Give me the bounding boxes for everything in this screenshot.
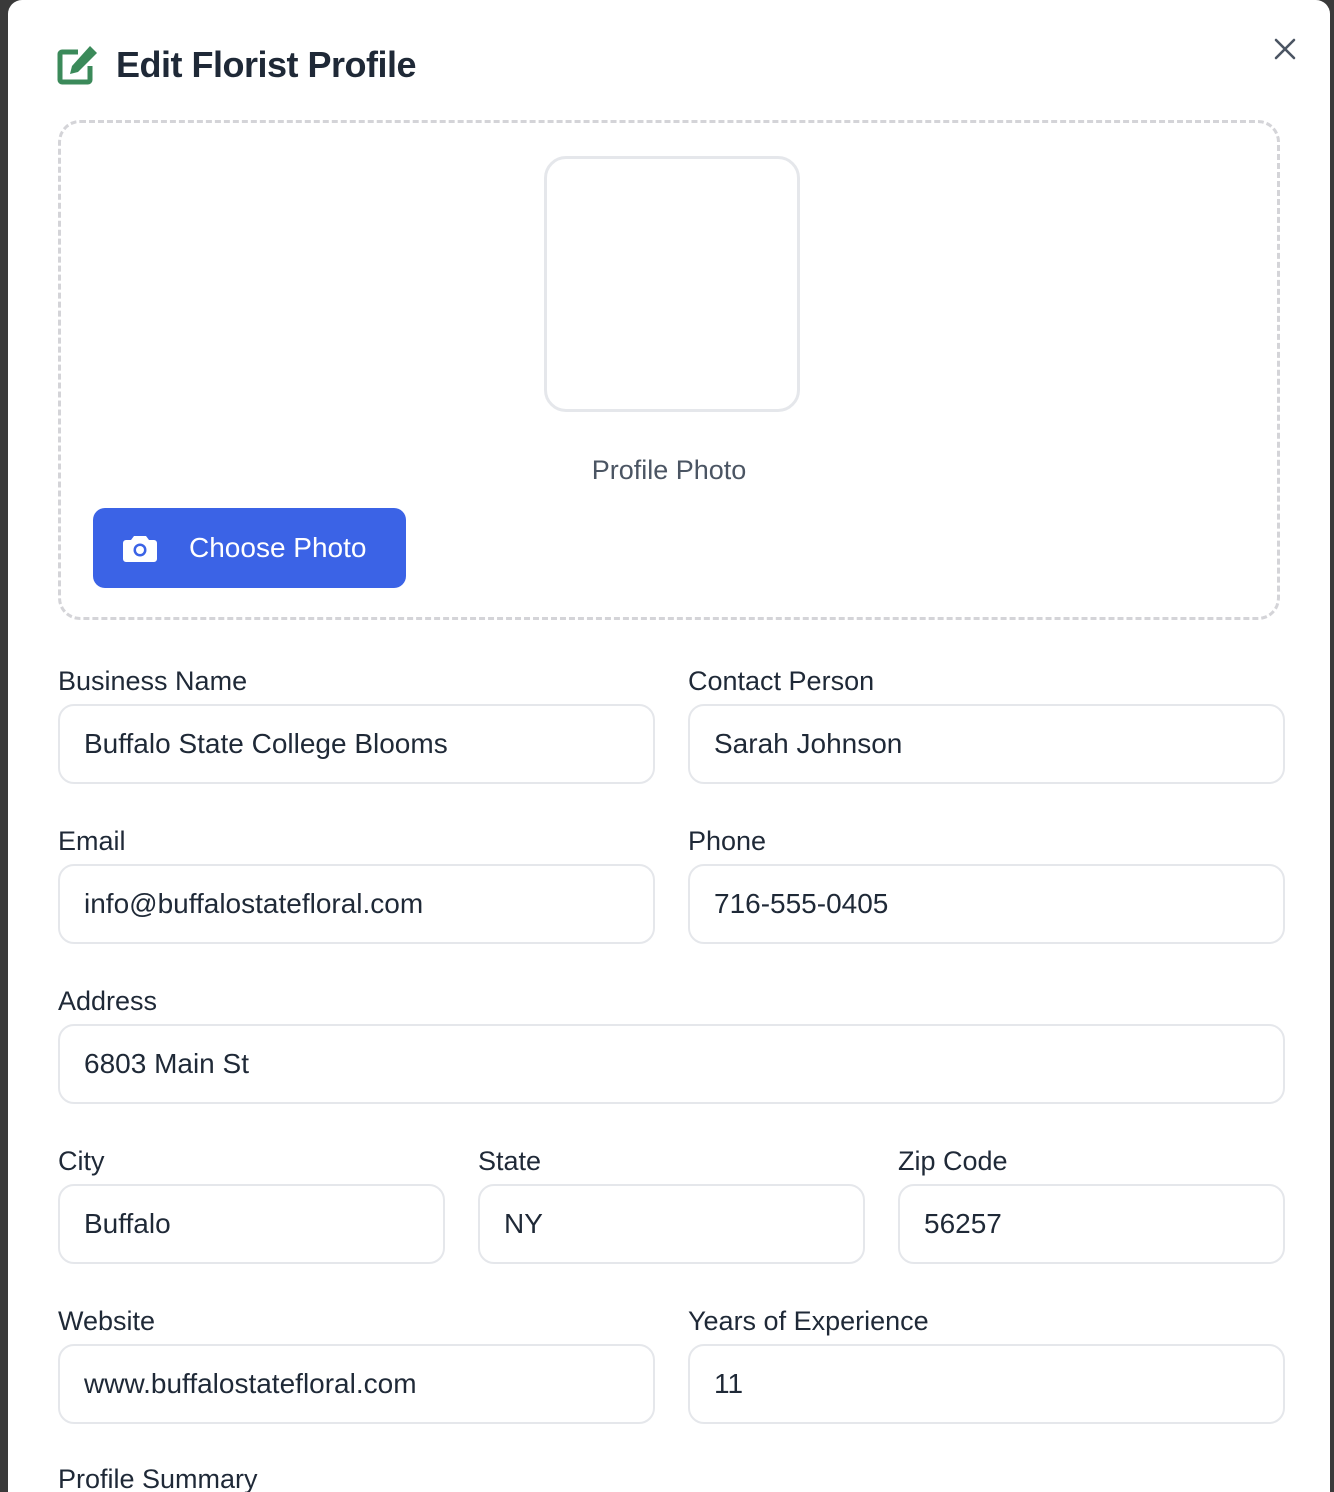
years-experience-label: Years of Experience — [688, 1306, 929, 1336]
profile-photo-preview — [544, 156, 800, 412]
phone-input[interactable]: 716-555-0405 — [688, 864, 1285, 944]
contact-person-label: Contact Person — [688, 666, 875, 696]
choose-photo-label: Choose Photo — [189, 532, 367, 563]
website-label: Website — [58, 1306, 156, 1336]
choose-photo-button[interactable]: Choose Photo — [93, 508, 406, 588]
city-input[interactable]: Buffalo — [58, 1184, 445, 1264]
close-icon — [1274, 38, 1296, 60]
address-input[interactable]: 6803 Main St — [58, 1024, 1285, 1104]
address-label: Address — [58, 986, 158, 1016]
zip-code-label: Zip Code — [898, 1146, 1008, 1176]
city-label: City — [58, 1146, 105, 1176]
state-label: State — [478, 1146, 542, 1176]
edit-profile-dialog: Edit Florist Profile Profile Photo Choos… — [8, 0, 1330, 1492]
contact-person-input[interactable]: Sarah Johnson — [688, 704, 1285, 784]
business-name-input[interactable]: Buffalo State College Blooms — [58, 704, 655, 784]
email-input[interactable]: info@buffalostatefloral.com — [58, 864, 655, 944]
years-experience-input[interactable]: 11 — [688, 1344, 1285, 1424]
website-input[interactable]: www.buffalostatefloral.com — [58, 1344, 655, 1424]
profile-photo-label: Profile Photo — [591, 455, 747, 485]
phone-label: Phone — [688, 826, 767, 856]
business-name-label: Business Name — [58, 666, 248, 696]
close-button[interactable] — [1270, 34, 1300, 64]
dialog-title: Edit Florist Profile — [116, 44, 417, 85]
profile-summary-label: Profile Summary — [58, 1464, 258, 1492]
camera-icon — [123, 536, 157, 562]
email-label: Email — [58, 826, 126, 856]
zip-code-input[interactable]: 56257 — [898, 1184, 1285, 1264]
edit-icon — [57, 46, 97, 85]
dialog-header: Edit Florist Profile — [56, 44, 417, 86]
state-input[interactable]: NY — [478, 1184, 865, 1264]
photo-upload-area: Profile Photo Choose Photo — [58, 120, 1280, 620]
